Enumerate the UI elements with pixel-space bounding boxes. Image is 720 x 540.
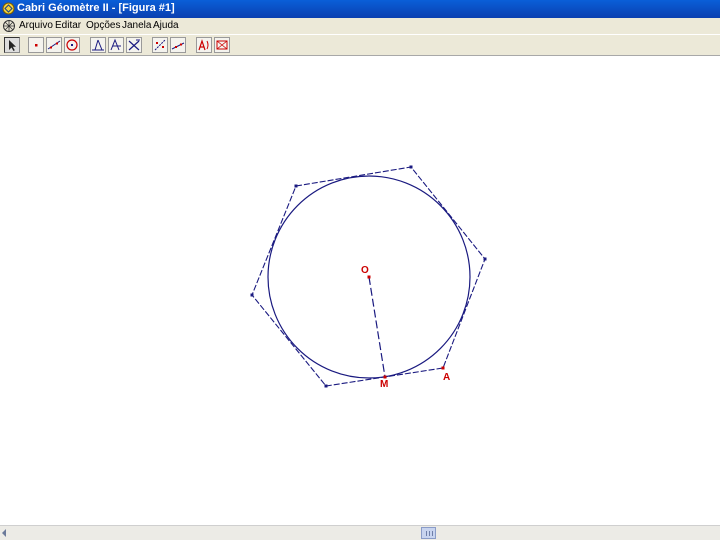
line-tool[interactable] bbox=[46, 37, 62, 53]
vertex-marker[interactable] bbox=[483, 257, 487, 261]
horizontal-scrollbar[interactable] bbox=[0, 525, 720, 540]
vertex-marker[interactable] bbox=[294, 184, 298, 188]
window-title: Cabri Géomètre II - [Figura #1] bbox=[17, 2, 175, 14]
measure-tool[interactable] bbox=[170, 37, 186, 53]
hide-show-icon bbox=[216, 40, 228, 50]
scrollbar-thumb[interactable] bbox=[421, 527, 436, 539]
circle-icon bbox=[66, 39, 78, 51]
radius-segment[interactable] bbox=[368, 276, 386, 378]
figure-drawing[interactable] bbox=[0, 57, 720, 525]
hide-show-tool[interactable] bbox=[214, 37, 230, 53]
vertex-marker[interactable] bbox=[324, 384, 328, 388]
vertex-marker[interactable] bbox=[409, 165, 413, 169]
label-tool[interactable] bbox=[196, 37, 212, 53]
perpendicular-icon bbox=[92, 39, 104, 51]
pointer-tool[interactable] bbox=[4, 37, 20, 53]
label-icon bbox=[198, 39, 209, 51]
menu-janela[interactable]: Janela bbox=[122, 20, 151, 31]
point-label-m[interactable]: M bbox=[380, 379, 388, 390]
point-label-a[interactable]: A bbox=[443, 372, 450, 383]
point-label-o[interactable]: O bbox=[361, 265, 369, 276]
drawing-canvas[interactable]: O M A bbox=[0, 57, 720, 525]
menu-bar: Arquivo Editar Opções Janela Ajuda bbox=[0, 18, 720, 34]
line-icon bbox=[47, 40, 61, 50]
point-tool[interactable] bbox=[28, 37, 44, 53]
arrow-icon bbox=[9, 40, 16, 51]
point-icon bbox=[35, 44, 38, 47]
toolbar bbox=[0, 34, 720, 56]
check-property-icon bbox=[154, 39, 166, 51]
macro-tool[interactable] bbox=[126, 37, 142, 53]
circle-tool[interactable] bbox=[64, 37, 80, 53]
transform-icon bbox=[110, 38, 121, 51]
cabri-app-icon[interactable] bbox=[2, 2, 15, 15]
title-bar: Cabri Géomètre II - [Figura #1] bbox=[0, 0, 720, 18]
perpendicular-tool[interactable] bbox=[90, 37, 106, 53]
menu-editar[interactable]: Editar bbox=[55, 20, 81, 31]
check-property-tool[interactable] bbox=[152, 37, 168, 53]
menu-arquivo[interactable]: Arquivo bbox=[19, 20, 53, 31]
point-a[interactable] bbox=[441, 366, 445, 370]
menu-opcoes[interactable]: Opções bbox=[86, 20, 120, 31]
scroll-left-icon[interactable] bbox=[2, 529, 6, 537]
measure-icon bbox=[171, 42, 185, 50]
macro-icon bbox=[128, 39, 140, 51]
vertex-marker[interactable] bbox=[250, 293, 254, 297]
document-icon[interactable] bbox=[2, 19, 16, 33]
menu-ajuda[interactable]: Ajuda bbox=[153, 20, 179, 31]
transform-tool[interactable] bbox=[108, 37, 124, 53]
